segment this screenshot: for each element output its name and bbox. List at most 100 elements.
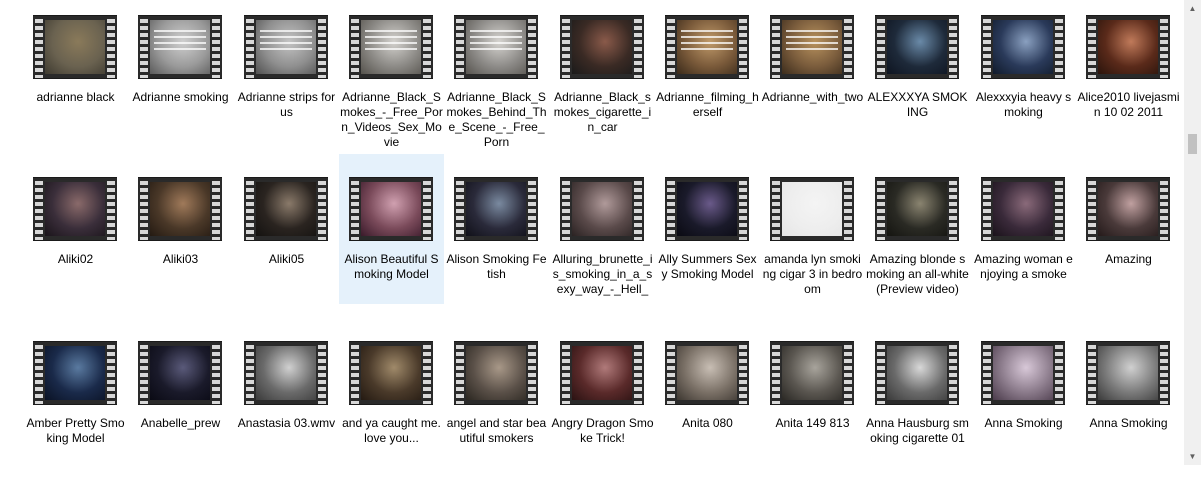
file-name-label: Alexxxyia heavy smoking	[975, 90, 1072, 119]
film-perforation-icon	[877, 16, 885, 78]
scroll-down-icon[interactable]: ▼	[1184, 448, 1201, 465]
video-file-item[interactable]: Alison Beautiful Smoking Model	[339, 154, 444, 304]
video-file-item[interactable]: Alison Smoking Fetish	[444, 154, 549, 304]
film-perforation-icon	[212, 178, 220, 240]
film-perforation-icon	[667, 342, 675, 404]
scroll-thumb[interactable]	[1188, 134, 1197, 154]
video-file-item[interactable]: Alice2010 livejasmin 10 02 2011	[1076, 2, 1181, 152]
video-file-item[interactable]: Angry Dragon Smoke Trick!	[550, 328, 655, 478]
video-file-item[interactable]: Anabelle_prew	[128, 328, 233, 478]
film-perforation-icon	[318, 178, 326, 240]
film-perforation-icon	[246, 342, 254, 404]
file-name-label: Amazing woman enjoying a smoke	[974, 252, 1073, 281]
scroll-up-icon[interactable]: ▲	[1184, 0, 1201, 17]
video-file-item[interactable]: Aliki05	[234, 154, 339, 304]
file-name-label: Amazing blonde smoking an all-white (Pre…	[866, 252, 969, 296]
video-file-item[interactable]: Adrianne_Black_Smokes_Behind_The_Scene_-…	[444, 2, 549, 152]
video-file-item[interactable]: Alluring_brunette_is_smoking_in_a_sexy_w…	[550, 154, 655, 304]
video-file-item[interactable]: ALEXXXYA SMOKING	[865, 2, 970, 152]
film-perforation-icon	[140, 342, 148, 404]
video-thumbnail	[33, 15, 117, 79]
video-thumbnail	[349, 341, 433, 405]
film-perforation-icon	[528, 178, 536, 240]
file-name-label: Aliki05	[268, 252, 305, 266]
film-perforation-icon	[844, 342, 852, 404]
thumbnail-frame	[782, 20, 842, 74]
video-file-item[interactable]: Anastasia 03.wmv	[234, 328, 339, 478]
film-perforation-icon	[634, 16, 642, 78]
video-file-item[interactable]: Alexxxyia heavy smoking	[971, 2, 1076, 152]
file-name-label: Adrianne smoking	[132, 90, 229, 104]
video-file-item[interactable]: Adrianne_Black_Smokes_-_Free_Porn_Videos…	[339, 2, 444, 152]
file-name-label: Amazing	[1105, 252, 1152, 266]
video-file-item[interactable]: Ally Summers Sexy Smoking Model	[655, 154, 760, 304]
thumbnail-frame	[572, 20, 632, 74]
video-file-item[interactable]: Anita 080	[655, 328, 760, 478]
film-perforation-icon	[140, 16, 148, 78]
file-name-label: Amber Pretty Smoking Model	[26, 416, 125, 445]
film-perforation-icon	[1055, 178, 1063, 240]
video-thumbnail	[875, 341, 959, 405]
file-name-label: Anna Smoking	[1089, 416, 1168, 430]
video-file-item[interactable]: Anna Smoking	[1076, 328, 1181, 478]
thumbnail-frame	[45, 20, 105, 74]
film-perforation-icon	[456, 16, 464, 78]
film-perforation-icon	[107, 342, 115, 404]
video-file-item[interactable]: angel and star beautiful smokers	[444, 328, 549, 478]
video-file-item[interactable]: Adrianne_filming_herself	[655, 2, 760, 152]
thumbnail-frame	[993, 20, 1053, 74]
file-name-label: ALEXXXYA SMOKING	[867, 90, 968, 119]
video-thumbnail	[770, 177, 854, 241]
film-perforation-icon	[983, 16, 991, 78]
file-name-label: angel and star beautiful smokers	[446, 416, 547, 445]
video-thumbnail	[1086, 177, 1170, 241]
video-file-item[interactable]: Amazing	[1076, 154, 1181, 304]
film-perforation-icon	[949, 16, 957, 78]
video-file-item[interactable]: adrianne black	[23, 2, 128, 152]
video-file-item[interactable]: Adrianne smoking	[128, 2, 233, 152]
file-name-label: adrianne black	[36, 90, 115, 104]
video-file-item[interactable]: Amazing woman enjoying a smoke	[971, 154, 1076, 304]
thumbnail-caption-lines	[365, 30, 417, 52]
video-file-item[interactable]: Anna Hausburg smoking cigarette 01	[865, 328, 970, 478]
video-file-item[interactable]: Adrianne strips for us	[234, 2, 339, 152]
file-name-label: Alison Smoking Fetish	[446, 252, 547, 281]
thumbnail-frame	[150, 346, 210, 400]
video-thumbnail	[349, 15, 433, 79]
thumbnail-frame	[993, 182, 1053, 236]
file-name-label: Aliki03	[162, 252, 199, 266]
video-file-item[interactable]: amanda lyn smoking cigar 3 in bedroom	[760, 154, 865, 304]
thumbnail-frame	[45, 346, 105, 400]
thumbnail-frame	[466, 346, 526, 400]
vertical-scrollbar[interactable]: ▲ ▼	[1184, 0, 1201, 465]
video-thumbnail	[981, 177, 1065, 241]
video-file-item[interactable]: Adrianne_Black_smokes_cigarette_in_car	[550, 2, 655, 152]
file-name-label: Anastasia 03.wmv	[237, 416, 336, 430]
film-perforation-icon	[949, 342, 957, 404]
video-thumbnail	[981, 341, 1065, 405]
file-name-label: Adrianne strips for us	[237, 90, 336, 119]
video-file-item[interactable]: Aliki02	[23, 154, 128, 304]
video-file-item[interactable]: Amazing blonde smoking an all-white (Pre…	[865, 154, 970, 304]
video-thumbnail	[665, 341, 749, 405]
thumbnail-frame	[150, 182, 210, 236]
file-name-label: amanda lyn smoking cigar 3 in bedroom	[762, 252, 863, 296]
thumbnail-frame	[361, 182, 421, 236]
thumbnail-frame	[256, 182, 316, 236]
video-file-item[interactable]: Amber Pretty Smoking Model	[23, 328, 128, 478]
film-perforation-icon	[877, 342, 885, 404]
thumbnail-frame	[677, 346, 737, 400]
thumbnail-frame	[256, 20, 316, 74]
film-perforation-icon	[949, 178, 957, 240]
video-file-item[interactable]: Aliki03	[128, 154, 233, 304]
film-perforation-icon	[983, 342, 991, 404]
video-file-item[interactable]: and ya caught me. love you...	[339, 328, 444, 478]
film-perforation-icon	[351, 16, 359, 78]
video-thumbnail	[770, 341, 854, 405]
film-perforation-icon	[739, 342, 747, 404]
video-file-item[interactable]: Anita 149 813	[760, 328, 865, 478]
video-file-item[interactable]: Adrianne_with_two	[760, 2, 865, 152]
video-file-item[interactable]: Anna Smoking	[971, 328, 1076, 478]
film-perforation-icon	[877, 178, 885, 240]
thumbnail-frame	[1098, 346, 1158, 400]
